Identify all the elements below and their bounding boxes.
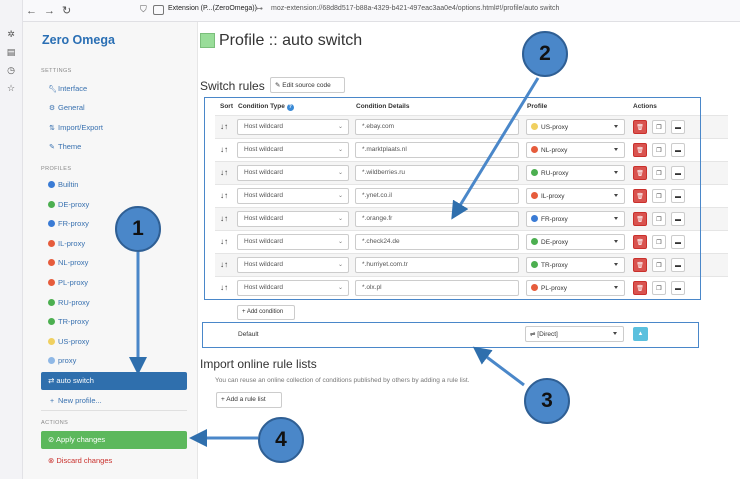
callout-4: 4 [258, 417, 304, 463]
callout-3: 3 [524, 378, 570, 424]
callout-2: 2 [522, 31, 568, 77]
annotation-arrows [129, 77, 540, 447]
arrow-3 [472, 346, 525, 387]
callout-1: 1 [115, 206, 161, 252]
arrow-2 [451, 77, 540, 220]
